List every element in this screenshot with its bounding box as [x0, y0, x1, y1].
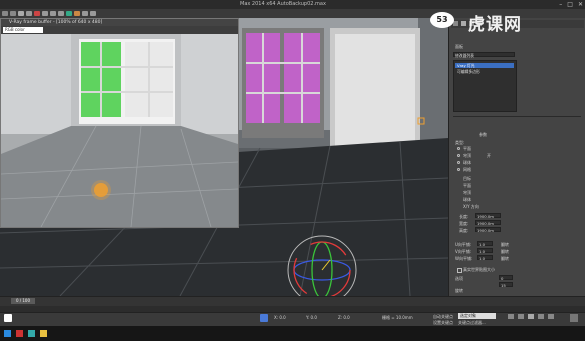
- length-field[interactable]: 1900.0m: [475, 213, 501, 219]
- window-title: Max 2014 x64 AutoBackup02.max: [240, 1, 326, 7]
- maximize-button[interactable]: □: [567, 1, 573, 8]
- next-frame-icon[interactable]: [538, 314, 544, 319]
- select-icon[interactable]: [18, 11, 24, 16]
- window-controls: – □ ✕: [559, 1, 583, 8]
- coord-z[interactable]: Z: 0.0: [338, 315, 350, 320]
- modifier-item-vray-light[interactable]: Vray 灯光: [455, 63, 514, 68]
- render-image: [1, 34, 238, 227]
- divider: [453, 116, 581, 117]
- move-icon[interactable]: [42, 11, 48, 16]
- sub-option-2: 穹顶: [463, 190, 471, 195]
- link-icon[interactable]: [26, 11, 32, 16]
- render-icon[interactable]: [34, 11, 40, 16]
- goto-start-icon[interactable]: [508, 314, 514, 319]
- width-label: 宽度:: [459, 221, 469, 226]
- sub-option-3: 球体: [463, 197, 471, 202]
- command-panel: 面板 修改器列表 Vray 灯光 可编辑多边形 参数 类型: 平面 穹顶 开 球…: [448, 18, 585, 296]
- timer-badge: 53: [430, 12, 454, 28]
- time-slider[interactable]: 0 / 100: [11, 298, 35, 304]
- start-icon[interactable]: [4, 330, 11, 337]
- modifier-stack: Vray 灯光 可编辑多边形: [453, 60, 517, 112]
- value-field[interactable]: 15: [499, 282, 513, 288]
- vray-frame-buffer-window[interactable]: V-Ray frame buffer - [100% of 640 x 480]…: [0, 18, 239, 228]
- snap-icon[interactable]: [66, 11, 72, 16]
- channel-select[interactable]: RGB color: [3, 27, 43, 33]
- status-bar: [0, 312, 585, 327]
- v-tile-field[interactable]: 1.0: [477, 248, 493, 254]
- perspective-viewport[interactable]: V-Ray frame buffer - [100% of 640 x 480]…: [0, 18, 448, 296]
- prev-frame-icon[interactable]: [518, 314, 524, 319]
- rollout-title: 参数: [479, 132, 487, 137]
- modifier-list-dropdown[interactable]: 修改器列表: [453, 52, 515, 58]
- radio-sphere[interactable]: [457, 161, 460, 164]
- radio-mesh[interactable]: [457, 168, 460, 171]
- rotate-label: 旋转: [455, 288, 463, 293]
- real-world-label: 真实世界贴图大小: [463, 267, 495, 272]
- goto-end-icon[interactable]: [548, 314, 554, 319]
- redo-icon[interactable]: [10, 11, 16, 16]
- v-tile-label: V向平铺:: [455, 249, 472, 254]
- coord-x[interactable]: X: 0.0: [274, 315, 286, 320]
- zoom-icon[interactable]: [570, 314, 578, 322]
- options-label: 选项: [455, 276, 463, 281]
- type-option-sphere: 球体: [463, 160, 471, 165]
- grid-readout: 栅格 = 10.0mm: [382, 315, 413, 320]
- width-field[interactable]: 1900.0m: [475, 220, 501, 226]
- w-tile-field[interactable]: 1.0: [477, 255, 493, 261]
- enabled-checkbox-label: 开: [487, 153, 491, 158]
- os-taskbar: [0, 326, 585, 341]
- type-option-plane: 平面: [463, 146, 471, 151]
- lock-selection-icon[interactable]: [260, 314, 268, 322]
- modify-tab-icon[interactable]: [461, 21, 466, 26]
- w-tile-label: W向平铺:: [455, 256, 473, 261]
- real-world-checkbox[interactable]: [457, 268, 462, 273]
- scale-icon[interactable]: [58, 11, 64, 16]
- close-button[interactable]: ✕: [578, 1, 583, 8]
- type-option-mesh: 网格: [463, 167, 471, 172]
- radio-plane[interactable]: [457, 147, 460, 150]
- minimize-button[interactable]: –: [559, 1, 562, 8]
- play-icon[interactable]: [528, 314, 534, 319]
- length-label: 长度:: [459, 214, 469, 219]
- height-label: 高度:: [459, 228, 469, 233]
- height-field[interactable]: 1900.0m: [475, 227, 501, 233]
- taskbar-app-icon[interactable]: [16, 330, 23, 337]
- taskbar-app-icon-2[interactable]: [28, 330, 35, 337]
- radio-dome[interactable]: [457, 154, 460, 157]
- vfb-title: V-Ray frame buffer - [100% of 640 x 480]: [1, 19, 238, 26]
- coord-y[interactable]: Y: 0.0: [306, 315, 317, 320]
- v-flip-label: 翻转: [501, 249, 509, 254]
- u-tile-label: U向平铺:: [455, 242, 472, 247]
- u-flip-label: 翻转: [501, 242, 509, 247]
- taskbar-app-icon-3[interactable]: [40, 330, 47, 337]
- mirror-icon[interactable]: [82, 11, 88, 16]
- type-option-dome: 穹顶: [463, 153, 471, 158]
- watermark-logo: 虎课网: [468, 15, 522, 35]
- sub-option-4: X/Y 方向: [463, 204, 479, 209]
- options-field[interactable]: 0: [499, 275, 513, 281]
- material-editor-icon[interactable]: [74, 11, 80, 16]
- targeted-label: 目标: [463, 176, 471, 181]
- selected-dropdown[interactable]: 选定对象: [458, 313, 496, 319]
- w-flip-label: 翻转: [501, 256, 509, 261]
- panel-tab-label: 面板: [455, 44, 463, 49]
- create-tab-icon[interactable]: [453, 21, 458, 26]
- align-icon[interactable]: [90, 11, 96, 16]
- undo-icon[interactable]: [2, 11, 8, 16]
- sub-option-1: 平面: [463, 183, 471, 188]
- maxscript-icon[interactable]: [4, 314, 12, 322]
- rotate-icon[interactable]: [50, 11, 56, 16]
- u-tile-field[interactable]: 1.0: [477, 241, 493, 247]
- modifier-item-editable-poly[interactable]: 可编辑多边形: [455, 69, 514, 74]
